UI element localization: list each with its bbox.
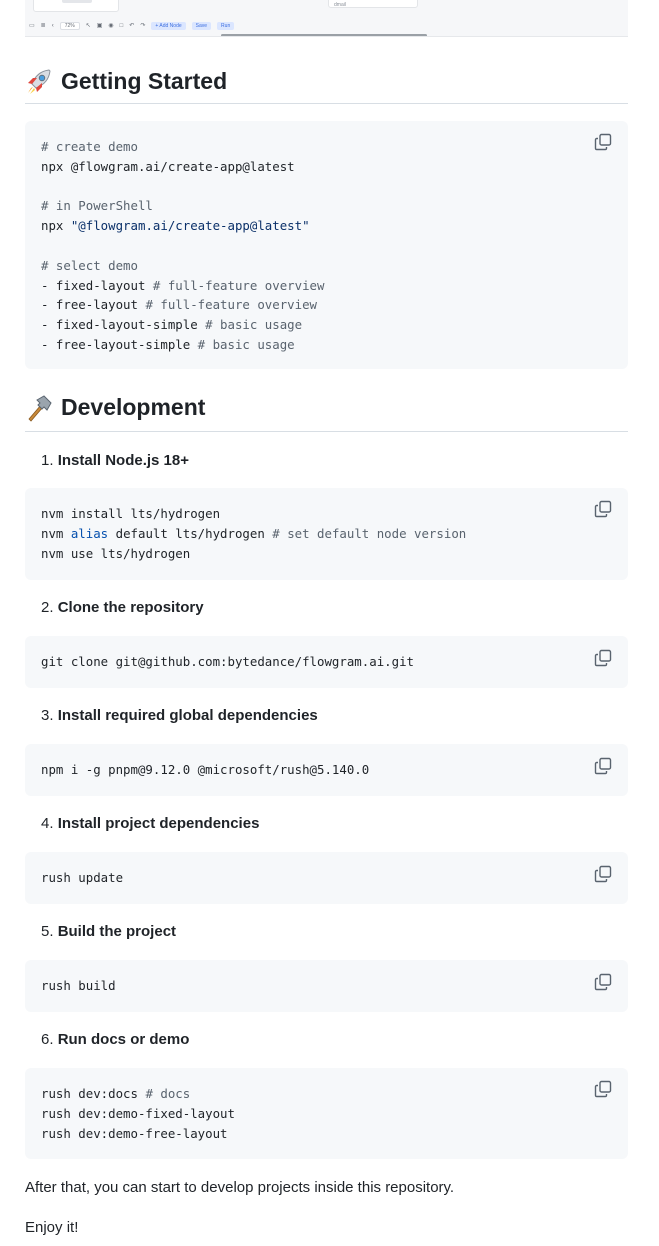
copy-icon[interactable]: [594, 865, 612, 883]
minimap-icon: ▭: [29, 23, 35, 29]
development-heading: Development: [25, 392, 628, 432]
copy-icon[interactable]: [594, 1080, 612, 1098]
preview-card-text: dmail: [334, 2, 346, 8]
preview-scrollbar: [221, 34, 427, 36]
code-block-content: rush build: [41, 978, 116, 993]
after-that-paragraph: After that, you can start to develop pro…: [25, 1179, 455, 1196]
code-block-build: rush build: [25, 960, 628, 1012]
lock-icon: ◉: [108, 23, 114, 29]
copy-icon[interactable]: [594, 133, 612, 151]
code-block-project-deps: rush update: [25, 852, 628, 904]
hammer-icon: [25, 394, 61, 422]
preview-node-card-right: dmail: [328, 0, 418, 8]
step-5-label: 5. Build the project: [41, 923, 177, 940]
copy-icon[interactable]: [594, 500, 612, 518]
redo-icon: ↷: [140, 23, 146, 29]
run-button: Run: [217, 22, 235, 30]
layout-icon: ≣: [40, 23, 46, 29]
code-block-content: npm i -g pnpm@9.12.0 @microsoft/rush@5.1…: [41, 762, 370, 777]
save-button: Save: [191, 22, 212, 30]
code-block-content: git clone git@github.com:bytedance/flowg…: [41, 654, 414, 669]
preview-toolbar: ▭ ≣ ‹ 72% ↖ ▣ ◉ □ ↶ ↷ + Add Node Save Ru…: [29, 19, 235, 33]
code-block-run-dev: rush dev:docs # docs rush dev:demo-fixed…: [25, 1068, 628, 1159]
development-title: Development: [61, 394, 206, 420]
rocket-icon: [25, 67, 61, 95]
code-block-content: rush update: [41, 870, 124, 885]
code-block-content: rush dev:docs # docs rush dev:demo-fixed…: [41, 1086, 235, 1141]
code-block-clone: git clone git@github.com:bytedance/flowg…: [25, 636, 628, 688]
pointer-icon: ↖: [85, 23, 91, 29]
code-block-global-deps: npm i -g pnpm@9.12.0 @microsoft/rush@5.1…: [25, 744, 628, 796]
frame-icon: □: [119, 23, 124, 29]
zoom-level: 72%: [59, 22, 80, 30]
step-3-label: 3. Install required global dependencies: [41, 707, 318, 724]
step-2-label: 2. Clone the repository: [41, 599, 204, 616]
copy-icon[interactable]: [594, 757, 612, 775]
step-6-label: 6. Run docs or demo: [41, 1031, 190, 1048]
getting-started-title: Getting Started: [61, 67, 228, 94]
preview-node-card: [33, 0, 119, 12]
code-block-content: nvm install lts/hydrogen nvm alias defau…: [41, 506, 467, 561]
image-icon: ▣: [96, 23, 103, 29]
enjoy-paragraph: Enjoy it!: [25, 1219, 79, 1236]
code-block-create-app: # create demo npx @flowgram.ai/create-ap…: [25, 121, 628, 369]
code-block-content: # create demo npx @flowgram.ai/create-ap…: [41, 139, 325, 352]
copy-icon[interactable]: [594, 649, 612, 667]
copy-icon[interactable]: [594, 973, 612, 991]
getting-started-heading: Getting Started: [25, 66, 628, 104]
step-4-label: 4. Install project dependencies: [41, 815, 260, 832]
undo-icon: ↶: [129, 23, 135, 29]
code-block-install-node: nvm install lts/hydrogen nvm alias defau…: [25, 488, 628, 580]
step-1-label: 1. Install Node.js 18+: [41, 452, 189, 469]
add-node-button: + Add Node: [151, 22, 186, 30]
demo-preview-image: dmail ▭ ≣ ‹ 72% ↖ ▣ ◉ □ ↶ ↷ + Add Node S…: [25, 0, 628, 37]
chevron-left-icon: ‹: [51, 23, 54, 29]
